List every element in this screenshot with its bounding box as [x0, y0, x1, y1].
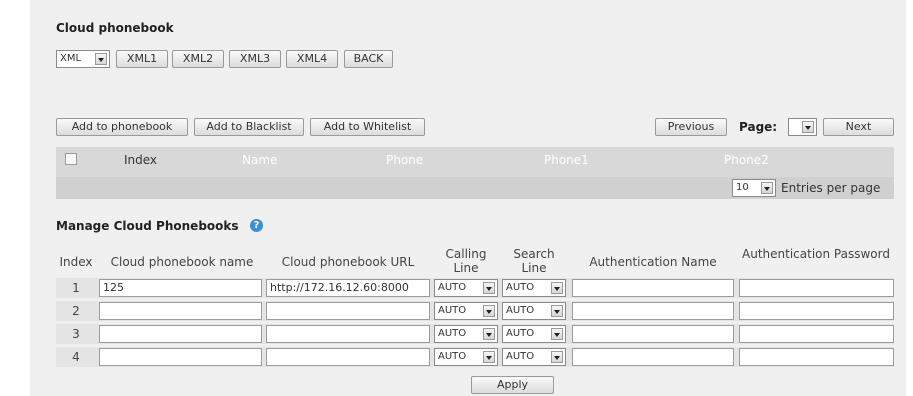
- add-to-blacklist-button[interactable]: Add to Blacklist: [194, 118, 304, 136]
- col-phone: Phone: [386, 153, 424, 167]
- col-index: Index: [124, 153, 158, 167]
- row-index: 3: [72, 327, 80, 341]
- search-line-value: AUTO: [506, 328, 535, 339]
- th-calling-line: Calling Line: [445, 247, 487, 275]
- chevron-down-icon: [551, 305, 563, 317]
- auth-name-input[interactable]: [572, 325, 734, 343]
- auth-password-input[interactable]: [739, 325, 894, 343]
- previous-button[interactable]: Previous: [655, 118, 727, 136]
- next-button[interactable]: Next: [823, 118, 894, 136]
- th-search-line: Search Line: [513, 247, 555, 275]
- phonebook-name-input[interactable]: [99, 302, 262, 320]
- chevron-down-icon: [483, 305, 495, 317]
- entries-per-page-select[interactable]: 10: [732, 179, 776, 197]
- auth-name-input[interactable]: [572, 279, 734, 297]
- row-index: 2: [72, 304, 80, 318]
- chevron-down-icon: [802, 121, 814, 133]
- xml3-button[interactable]: XML3: [229, 50, 281, 68]
- auth-name-input[interactable]: [572, 348, 734, 366]
- back-button[interactable]: BACK: [344, 50, 393, 68]
- col-name: Name: [242, 153, 278, 167]
- chevron-down-icon: [483, 282, 495, 294]
- search-line-value: AUTO: [506, 282, 535, 293]
- chevron-down-icon: [761, 182, 773, 194]
- page-label: Page:: [739, 120, 778, 134]
- calling-line-value: AUTO: [438, 282, 467, 293]
- calling-line-value: AUTO: [438, 328, 467, 339]
- col-phone2: Phone2: [724, 153, 769, 167]
- search-line-select[interactable]: AUTO: [502, 279, 566, 297]
- phonebook-grid-header: Index Name Phone Phone1 Phone2: [56, 147, 894, 177]
- phonebook-url-input[interactable]: [266, 348, 430, 366]
- xml2-button[interactable]: XML2: [172, 50, 224, 68]
- th-authentication-password: Authentication Password: [742, 247, 890, 261]
- calling-line-value: AUTO: [438, 305, 467, 316]
- auth-password-input[interactable]: [739, 302, 894, 320]
- apply-button[interactable]: Apply: [471, 376, 554, 394]
- calling-line-select[interactable]: AUTO: [434, 325, 498, 343]
- chevron-down-icon: [95, 53, 107, 65]
- col-phone1: Phone1: [544, 153, 589, 167]
- phonebook-url-input[interactable]: http://172.16.12.60:8000: [266, 279, 430, 297]
- chevron-down-icon: [483, 351, 495, 363]
- search-line-select[interactable]: AUTO: [502, 325, 566, 343]
- calling-line-select[interactable]: AUTO: [434, 348, 498, 366]
- xml4-button[interactable]: XML4: [286, 50, 338, 68]
- search-line-value: AUTO: [506, 351, 535, 362]
- chevron-down-icon: [551, 351, 563, 363]
- phonebook-name-input[interactable]: [99, 348, 262, 366]
- calling-line-select[interactable]: AUTO: [434, 279, 498, 297]
- phonebook-name-input[interactable]: 125: [99, 279, 262, 297]
- th-cloud-phonebook-name: Cloud phonebook name: [110, 255, 254, 269]
- page-select[interactable]: [788, 118, 817, 136]
- search-line-select[interactable]: AUTO: [502, 348, 566, 366]
- add-to-phonebook-button[interactable]: Add to phonebook: [56, 118, 188, 136]
- select-all-checkbox[interactable]: [65, 153, 77, 165]
- phonebook-name-input[interactable]: [99, 325, 262, 343]
- calling-line-value: AUTO: [438, 351, 467, 362]
- xml1-button[interactable]: XML1: [116, 50, 168, 68]
- th-cloud-phonebook-url: Cloud phonebook URL: [281, 255, 415, 269]
- entries-value: 10: [736, 182, 749, 193]
- phonebook-url-input[interactable]: [266, 302, 430, 320]
- auth-name-input[interactable]: [572, 302, 734, 320]
- th-authentication-name: Authentication Name: [589, 255, 717, 269]
- auth-password-input[interactable]: [739, 279, 894, 297]
- calling-line-select[interactable]: AUTO: [434, 302, 498, 320]
- entries-per-page-label: Entries per page: [781, 181, 881, 195]
- manage-cloud-phonebooks-title: Manage Cloud Phonebooks: [56, 219, 239, 233]
- phonebook-url-input[interactable]: [266, 325, 430, 343]
- chevron-down-icon: [551, 328, 563, 340]
- phonebook-type-value: XML: [60, 53, 82, 64]
- th-index: Index: [59, 255, 93, 269]
- search-line-value: AUTO: [506, 305, 535, 316]
- chevron-down-icon: [483, 328, 495, 340]
- add-to-whitelist-button[interactable]: Add to Whitelist: [310, 118, 425, 136]
- help-icon[interactable]: ?: [250, 219, 263, 232]
- phonebook-type-select[interactable]: XML: [56, 50, 110, 68]
- cloud-phonebook-title: Cloud phonebook: [56, 21, 174, 35]
- chevron-down-icon: [551, 282, 563, 294]
- row-index: 1: [72, 281, 80, 295]
- search-line-select[interactable]: AUTO: [502, 302, 566, 320]
- row-index: 4: [72, 350, 80, 364]
- auth-password-input[interactable]: [739, 348, 894, 366]
